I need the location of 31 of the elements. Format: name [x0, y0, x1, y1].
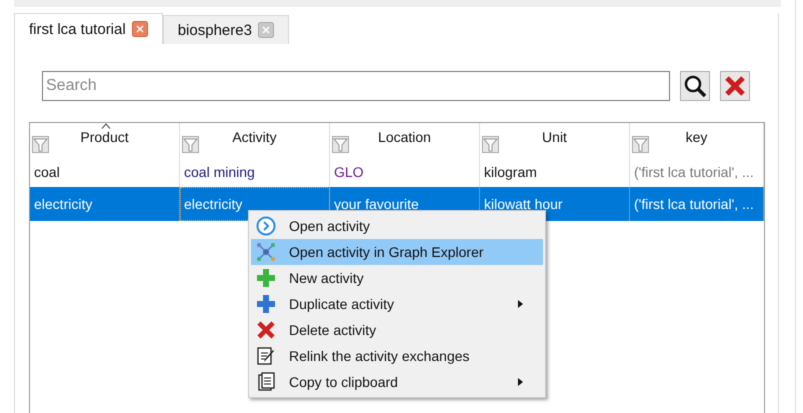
search-button[interactable]	[680, 71, 710, 101]
filter-icon[interactable]	[332, 136, 349, 153]
graph-icon	[255, 241, 277, 263]
menu-item[interactable]: Delete activity	[251, 317, 543, 343]
delete-icon	[255, 319, 277, 341]
menu-item[interactable]: Duplicate activity	[251, 291, 543, 317]
filter-icon[interactable]	[32, 136, 49, 153]
menu-item[interactable]: New activity	[251, 265, 543, 291]
menu-item[interactable]: Relink the activity exchanges	[251, 343, 543, 369]
tab[interactable]: first lca tutorial	[14, 13, 163, 44]
column-label: Unit	[542, 129, 567, 145]
tab[interactable]: biosphere3	[162, 15, 289, 44]
table-cell: ('first lca tutorial', ...	[630, 187, 764, 221]
column-label: Product	[80, 129, 129, 145]
clear-button[interactable]	[720, 71, 750, 101]
filter-icon[interactable]	[182, 136, 199, 153]
column-label: Location	[378, 129, 431, 145]
menu-item[interactable]: Open activity in Graph Explorer	[251, 239, 543, 265]
close-icon[interactable]	[258, 22, 274, 38]
search-field[interactable]: Search	[42, 71, 670, 101]
menu-item[interactable]: Copy to clipboard	[251, 369, 543, 395]
filter-icon[interactable]	[632, 136, 649, 153]
column-label: Activity	[232, 129, 277, 145]
plus-icon	[255, 267, 277, 289]
notepad-pencil-icon	[255, 345, 277, 367]
chevron-circle-icon	[255, 215, 277, 237]
column-label: key	[686, 129, 708, 145]
filter-icon[interactable]	[482, 136, 499, 153]
table-cell: electricity	[30, 187, 180, 221]
plus-icon	[255, 293, 277, 315]
close-icon[interactable]	[132, 21, 148, 37]
